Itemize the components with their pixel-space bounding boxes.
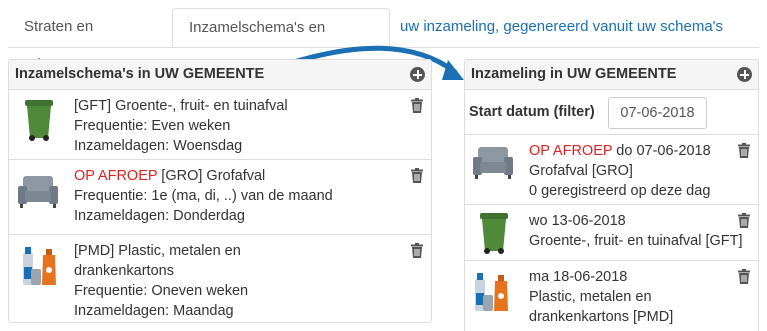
inzameling-panel-title: Inzameling in UW GEMEENTE: [471, 66, 677, 82]
schema-frequency: Frequentie: 1e (ma, di, ..) van de maand: [74, 188, 333, 204]
inzameling-panel: Inzameling in UW GEMEENTE Start datum (f…: [464, 59, 759, 331]
tab-straten-en-adressen[interactable]: Straten en adressen: [8, 8, 172, 73]
inzameling-note: 0 geregistreerd op deze dag: [529, 183, 711, 199]
schema-days: Inzameldagen: Donderdag: [74, 208, 245, 224]
schema-title: [GFT] Groente-, fruit- en tuinafval: [74, 98, 288, 114]
schema-days: Inzameldagen: Maandag: [74, 303, 234, 319]
inzameling-panel-header: Inzameling in UW GEMEENTE: [465, 60, 758, 90]
schema-frequency: Frequentie: Even weken: [74, 118, 231, 134]
trash-icon[interactable]: [411, 98, 423, 113]
inzameling-type: Plastic, metalen en: [529, 289, 652, 305]
schema-title-cont: drankenkartons: [74, 263, 174, 279]
start-date-filter: Start datum (filter): [465, 90, 758, 135]
inzameling-date: OP AFROEP do 07-06-2018: [529, 143, 711, 159]
schema-item-gft[interactable]: [GFT] Groente-, fruit- en tuinafval Freq…: [9, 90, 431, 160]
schemas-panel-header: Inzamelschema's in UW GEMEENTE: [9, 60, 431, 90]
inzameling-date: ma 18-06-2018: [529, 269, 628, 285]
trash-icon[interactable]: [738, 269, 750, 284]
trash-icon[interactable]: [411, 243, 423, 258]
inzameling-item-gft[interactable]: wo 13-06-2018 Groente-, fruit- en tuinaf…: [465, 205, 758, 261]
inzameling-date: wo 13-06-2018: [529, 213, 626, 229]
schema-title: OP AFROEP [GRO] Grofafval: [74, 168, 266, 184]
schemas-panel: Inzamelschema's in UW GEMEENTE [GFT] Gro…: [8, 59, 432, 323]
schema-days: Inzameldagen: Woensdag: [74, 138, 243, 154]
schema-item-gro[interactable]: OP AFROEP [GRO] Grofafval Frequentie: 1e…: [9, 160, 431, 235]
green-bin-icon: [480, 213, 508, 254]
schema-frequency: Frequentie: Oneven weken: [74, 283, 249, 299]
trash-icon[interactable]: [411, 168, 423, 183]
add-inzameling-plus-icon[interactable]: [737, 67, 752, 82]
pmd-icon: [475, 273, 508, 311]
inzameling-type: Grofafval [GRO]: [529, 163, 633, 179]
green-bin-icon: [25, 100, 53, 141]
filter-label: Start datum (filter): [469, 104, 595, 120]
op-afroep-badge: OP AFROEP: [74, 168, 158, 184]
add-schema-plus-icon[interactable]: [410, 67, 425, 82]
op-afroep-badge: OP AFROEP: [529, 143, 613, 159]
trash-icon[interactable]: [738, 213, 750, 228]
schemas-panel-title: Inzamelschema's in UW GEMEENTE: [15, 66, 265, 82]
inzameling-item-gro[interactable]: OP AFROEP do 07-06-2018 Grofafval [GRO] …: [465, 135, 758, 205]
trash-icon[interactable]: [738, 143, 750, 158]
pmd-icon: [23, 247, 56, 285]
start-date-input[interactable]: [608, 97, 707, 129]
schema-item-pmd[interactable]: [PMD] Plastic, metalen en drankenkartons…: [9, 235, 431, 322]
inzameling-type: Groente-, fruit- en tuinafval [GFT]: [529, 233, 743, 249]
sofa-icon: [18, 176, 58, 208]
schema-title: [PMD] Plastic, metalen en: [74, 243, 241, 259]
sofa-icon: [473, 147, 513, 179]
inzameling-item-pmd[interactable]: ma 18-06-2018 Plastic, metalen en dranke…: [465, 261, 758, 331]
inzameling-type-cont: drankenkartons [PMD]: [529, 309, 674, 325]
